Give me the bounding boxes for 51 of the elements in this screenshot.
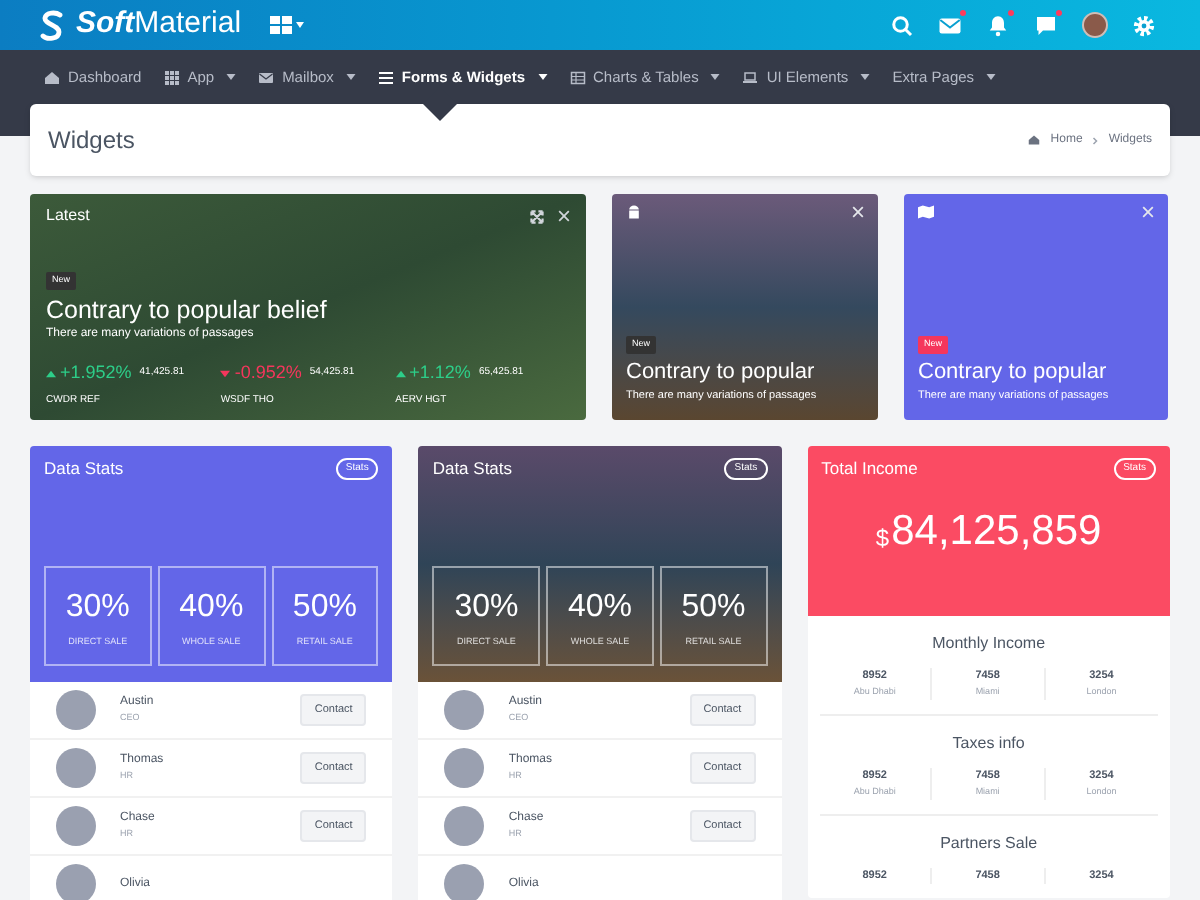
home-icon: [44, 69, 60, 85]
list-icon: [377, 69, 394, 85]
stat-value: 30%: [454, 587, 519, 628]
logo-icon: [40, 9, 64, 41]
map-icon: [918, 204, 934, 220]
stat-value: 50%: [292, 587, 357, 628]
search-icon[interactable]: [890, 13, 914, 37]
close-icon[interactable]: [558, 210, 570, 222]
stat-value: 50%: [681, 587, 746, 628]
card-title: Data Stats: [432, 456, 513, 482]
stat-value: 40%: [567, 587, 632, 628]
price-change: -0.952%: [234, 360, 302, 387]
settings-icon[interactable]: [1132, 13, 1156, 37]
currency-symbol: $: [875, 522, 890, 557]
mail-icon: [258, 69, 275, 85]
avatar: [56, 806, 96, 846]
bell-icon[interactable]: [986, 13, 1010, 37]
section-title: Partners Sale: [938, 832, 1040, 856]
avatar: [56, 748, 96, 788]
brand-name: SoftMaterial: [76, 4, 242, 45]
grid-icon: [163, 69, 180, 85]
mail-icon[interactable]: [938, 13, 962, 37]
stat-value: 40%: [179, 587, 244, 628]
apps-grid-icon[interactable]: [269, 15, 304, 35]
table-icon: [569, 69, 586, 85]
avatar: [444, 806, 485, 846]
avatar: [444, 864, 485, 900]
card-heading: Contrary to popular: [918, 359, 1109, 387]
avatar: [56, 690, 96, 730]
price-change: +1.12%: [409, 360, 471, 387]
chat-icon[interactable]: [1034, 13, 1058, 37]
income-amount: 84,125,859: [891, 505, 1102, 558]
avatar: [56, 864, 96, 900]
card-title: Data Stats: [44, 456, 124, 482]
section-title: Monthly Income: [930, 632, 1048, 656]
card-title: Latest: [46, 204, 90, 228]
avatar: [444, 690, 485, 730]
laptop-icon: [742, 69, 759, 85]
stat-value: 30%: [65, 587, 130, 628]
section-title: Taxes info: [950, 732, 1027, 756]
price-change: +1.952%: [60, 360, 132, 387]
close-icon[interactable]: [852, 206, 864, 218]
page-title: Widgets: [48, 124, 135, 158]
avatar[interactable]: [1082, 12, 1108, 38]
card-heading: Contrary to popular belief: [46, 295, 329, 327]
chevron-right-icon: [1092, 135, 1099, 145]
card-heading: Contrary to popular: [626, 359, 817, 387]
close-icon[interactable]: [1142, 206, 1154, 218]
avatar: [444, 748, 485, 788]
card-title: Total Income: [821, 456, 918, 482]
expand-icon[interactable]: [530, 209, 544, 223]
